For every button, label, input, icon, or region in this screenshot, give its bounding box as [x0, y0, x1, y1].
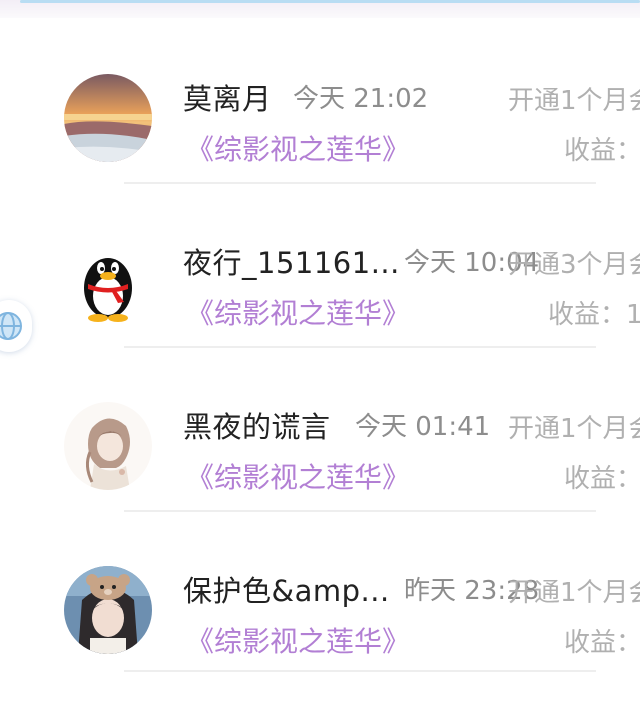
- income-label: 收益：1: [548, 300, 640, 330]
- subscription-type: 开通3个月会: [508, 250, 640, 280]
- list-item[interactable]: 夜行_151161... 今天 10:04 开通3个月会 《综影视之莲华》 收益…: [0, 182, 640, 348]
- list-item[interactable]: 莫离月 今天 21:02 开通1个月会 《综影视之莲华》 收益：: [0, 18, 640, 184]
- qq-penguin-avatar-icon: [64, 238, 152, 326]
- list-item[interactable]: 黑夜的谎言 今天 01:41 开通1个月会 《综影视之莲华》 收益：: [0, 346, 640, 512]
- subscription-time: 今天 21:02: [293, 84, 429, 114]
- subscription-time: 今天 01:41: [355, 412, 491, 442]
- sketch-girl-avatar-icon: [64, 402, 152, 490]
- avatar[interactable]: [64, 566, 152, 654]
- subscription-type: 开通1个月会: [508, 414, 640, 444]
- top-accent-line: [20, 0, 640, 3]
- sunset-landscape-avatar-icon: [64, 74, 152, 162]
- book-title-link[interactable]: 《综影视之莲华》: [186, 456, 410, 496]
- subscription-type: 开通1个月会: [508, 578, 640, 608]
- subscriber-name: 黑夜的谎言: [183, 410, 331, 444]
- divider: [124, 670, 596, 672]
- subscriber-name: 夜行_151161...: [183, 246, 400, 280]
- subscription-type: 开通1个月会: [508, 86, 640, 116]
- subscriber-name: 保护色&amp...: [183, 574, 390, 608]
- floating-assistant-button[interactable]: [0, 300, 32, 352]
- list-item[interactable]: 保护色&amp... 昨天 23:28 开通1个月会 《综影视之莲华》 收益：: [0, 510, 640, 674]
- avatar[interactable]: [64, 74, 152, 162]
- income-label: 收益：: [564, 464, 640, 494]
- income-label: 收益：: [564, 628, 640, 658]
- subscription-list: 莫离月 今天 21:02 开通1个月会 《综影视之莲华》 收益： 夜行_1511…: [0, 18, 640, 674]
- subscriber-name: 莫离月: [183, 82, 272, 116]
- book-title-link[interactable]: 《综影视之莲华》: [186, 620, 410, 660]
- income-label: 收益：: [564, 136, 640, 166]
- avatar[interactable]: [64, 238, 152, 326]
- book-title-link[interactable]: 《综影视之莲华》: [186, 292, 410, 332]
- top-strip: [0, 0, 640, 18]
- book-title-link[interactable]: 《综影视之莲华》: [186, 128, 410, 168]
- globe-icon: [0, 312, 22, 340]
- avatar[interactable]: [64, 402, 152, 490]
- girl-with-bear-ears-avatar-icon: [64, 566, 152, 654]
